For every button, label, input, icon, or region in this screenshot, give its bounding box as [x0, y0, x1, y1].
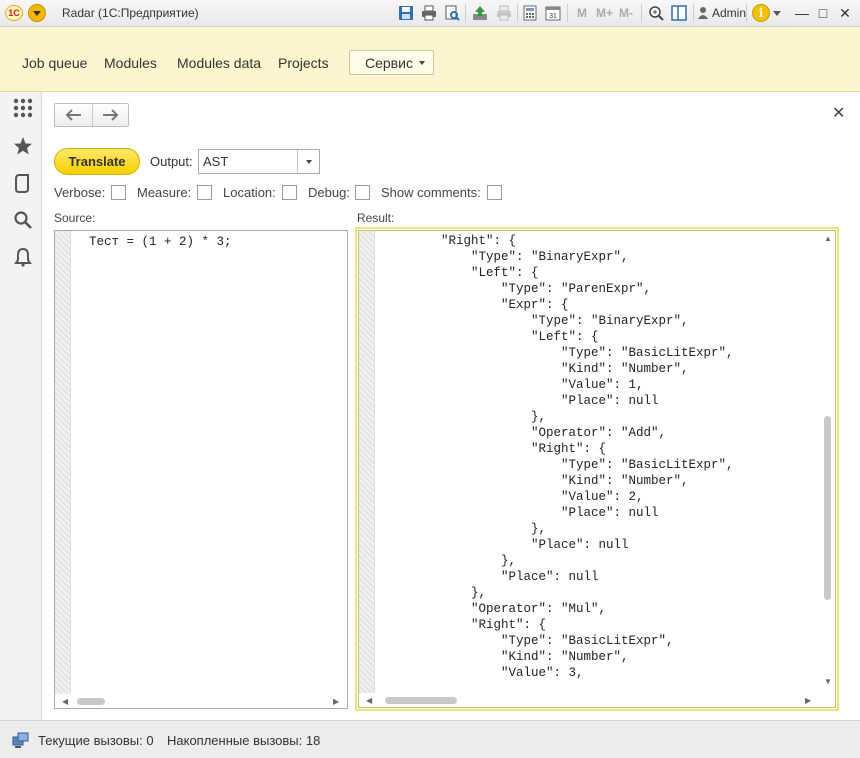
- horizontal-scrollbar[interactable]: ◀ ▶: [55, 694, 347, 708]
- source-code[interactable]: Тест = (1 + 2) * 3;: [89, 234, 232, 250]
- section-job-queue[interactable]: Job queue: [22, 55, 87, 71]
- result-code[interactable]: "Right": { "Type": "BinaryExpr", "Left":…: [381, 233, 734, 681]
- section-modules[interactable]: Modules: [104, 55, 157, 71]
- main-form: ✕ Translate Output: AST Verbose: Measure…: [42, 92, 860, 720]
- line-gutter: [359, 231, 375, 707]
- show-comments-checkbox[interactable]: [487, 185, 502, 200]
- location-checkbox[interactable]: [282, 185, 297, 200]
- 1c-logo-icon: 1С: [5, 5, 23, 21]
- verbose-label: Verbose:: [54, 185, 106, 200]
- output-label: Output:: [150, 154, 193, 169]
- user-icon: [698, 7, 708, 19]
- chevron-down-icon[interactable]: [297, 150, 319, 173]
- main-menu-button[interactable]: [28, 4, 46, 22]
- toolbar-separator: [746, 4, 747, 22]
- panels-icon[interactable]: [671, 5, 687, 21]
- favorites-star-icon[interactable]: [13, 136, 33, 156]
- close-form-icon[interactable]: ✕: [832, 103, 845, 123]
- memory-plus-button[interactable]: M+: [596, 6, 613, 20]
- minimize-button[interactable]: —: [794, 5, 810, 21]
- debug-checkbox[interactable]: [355, 185, 370, 200]
- server-calls-icon[interactable]: [12, 731, 30, 749]
- forward-button[interactable]: [92, 104, 129, 126]
- output-select[interactable]: AST: [198, 149, 320, 174]
- calculator-icon[interactable]: [522, 5, 538, 21]
- chevron-down-icon: [419, 61, 425, 65]
- location-label: Location:: [223, 185, 276, 200]
- history-icon[interactable]: [13, 173, 33, 193]
- scroll-down-arrow-icon[interactable]: ▼: [824, 677, 832, 686]
- back-button[interactable]: [55, 104, 92, 126]
- title-bar: 1С Radar (1С:Предприятие) 31 M M+ M- Adm…: [0, 0, 860, 27]
- chevron-down-icon[interactable]: [773, 9, 781, 17]
- result-label: Result:: [357, 211, 395, 225]
- measure-label: Measure:: [137, 185, 192, 200]
- verbose-checkbox[interactable]: [111, 185, 126, 200]
- svg-text:31: 31: [549, 13, 557, 20]
- left-toolbar: [0, 92, 42, 720]
- section-projects[interactable]: Projects: [278, 55, 329, 71]
- source-label: Source:: [54, 211, 96, 225]
- scroll-up-arrow-icon[interactable]: ▲: [824, 234, 832, 243]
- scroll-left-arrow-icon[interactable]: ◀: [366, 696, 372, 705]
- toolbar-separator: [517, 4, 518, 22]
- save-icon[interactable]: [398, 5, 414, 21]
- close-window-button[interactable]: ✕: [837, 5, 853, 21]
- zoom-icon[interactable]: [648, 5, 664, 21]
- print-disabled-icon[interactable]: [496, 5, 512, 21]
- source-editor[interactable]: Тест = (1 + 2) * 3; ◀ ▶: [54, 230, 348, 709]
- search-icon[interactable]: [13, 210, 33, 230]
- toolbar-separator: [465, 4, 466, 22]
- user-name[interactable]: Admin: [712, 6, 746, 20]
- status-bar: Текущие вызовы: 0 Накопленные вызовы: 18: [0, 720, 860, 758]
- navigation-buttons: [54, 103, 129, 127]
- result-editor-frame: "Right": { "Type": "BinaryExpr", "Left":…: [355, 227, 839, 711]
- horizontal-scrollbar[interactable]: ◀ ▶: [359, 693, 835, 707]
- vertical-scrollbar[interactable]: ▲ ▼: [821, 231, 835, 693]
- info-icon[interactable]: i: [752, 4, 770, 22]
- memory-minus-button[interactable]: M-: [619, 6, 633, 20]
- line-gutter: [55, 231, 71, 708]
- service-menu-button[interactable]: Сервис: [349, 50, 434, 75]
- maximize-button[interactable]: □: [815, 5, 831, 21]
- toolbar-separator: [693, 4, 694, 22]
- window-title: Radar (1С:Предприятие): [62, 6, 199, 20]
- output-value: AST: [203, 154, 229, 169]
- apps-grid-icon[interactable]: [13, 98, 33, 118]
- section-modules-data[interactable]: Modules data: [177, 55, 261, 71]
- result-editor[interactable]: "Right": { "Type": "BinaryExpr", "Left":…: [358, 230, 836, 708]
- memory-m-button[interactable]: M: [577, 6, 587, 20]
- print-preview-icon[interactable]: [444, 5, 460, 21]
- scroll-right-arrow-icon[interactable]: ▶: [333, 697, 339, 706]
- accumulated-calls-counter: Накопленные вызовы: 18: [167, 733, 321, 748]
- arrow-right-icon: [103, 109, 119, 121]
- scrollbar-thumb[interactable]: [77, 698, 105, 705]
- scrollbar-thumb[interactable]: [824, 416, 831, 600]
- translate-button[interactable]: Translate: [54, 148, 140, 175]
- arrow-left-icon: [65, 109, 81, 121]
- service-menu-label: Сервис: [365, 55, 413, 71]
- scroll-left-arrow-icon[interactable]: ◀: [62, 697, 68, 706]
- calendar-icon[interactable]: 31: [545, 5, 561, 21]
- upload-icon[interactable]: [472, 5, 488, 21]
- toolbar-separator: [641, 4, 642, 22]
- show-comments-label: Show comments:: [381, 185, 481, 200]
- scroll-right-arrow-icon[interactable]: ▶: [805, 696, 811, 705]
- debug-label: Debug:: [308, 185, 350, 200]
- current-calls-counter: Текущие вызовы: 0: [38, 733, 154, 748]
- print-icon[interactable]: [421, 5, 437, 21]
- notifications-bell-icon[interactable]: [13, 247, 33, 267]
- toolbar-separator: [567, 4, 568, 22]
- scrollbar-thumb[interactable]: [385, 697, 457, 704]
- measure-checkbox[interactable]: [197, 185, 212, 200]
